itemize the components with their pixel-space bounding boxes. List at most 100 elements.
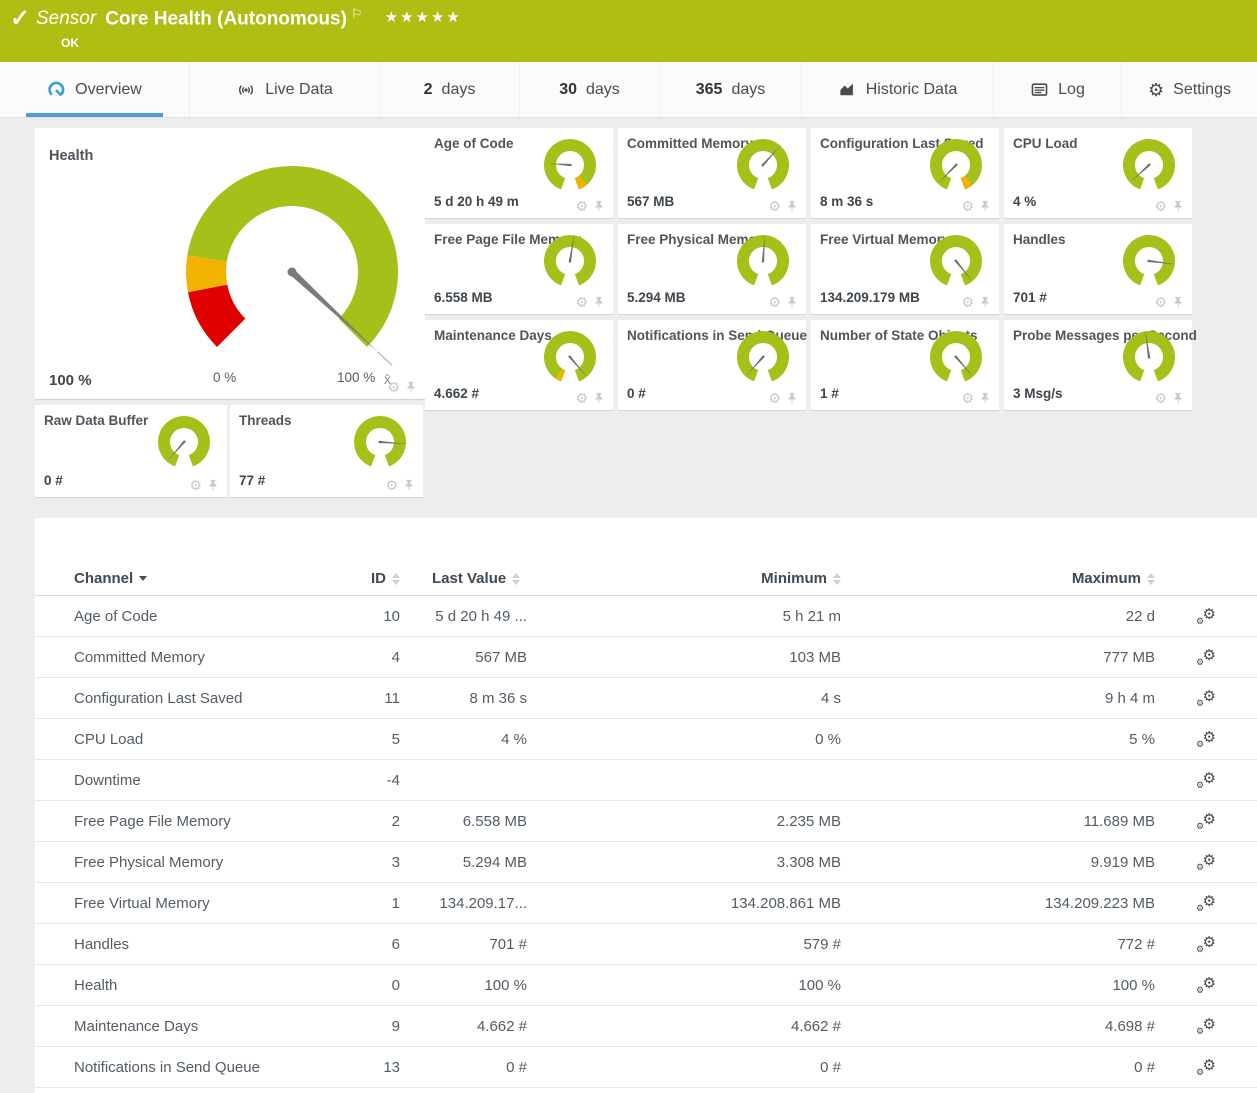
channel-minimum: 0 %	[527, 731, 841, 748]
mini-gauge-panel[interactable]: Free Page File Memory6.558 MB⚙	[425, 224, 613, 315]
pin-icon[interactable]	[593, 392, 605, 404]
priority-stars[interactable]: ★★★★★	[385, 9, 462, 26]
channel-name[interactable]: Maintenance Days	[74, 1018, 334, 1035]
mini-gauge-panel[interactable]: CPU Load4 %⚙	[1004, 128, 1192, 219]
pin-icon[interactable]	[786, 200, 798, 212]
tab-label: days	[586, 81, 620, 99]
channel-settings-icon[interactable]: ⚙⚙	[1196, 935, 1216, 953]
column-header-channel[interactable]: Channel	[74, 570, 334, 587]
column-header-last-value[interactable]: Last Value	[400, 570, 527, 587]
channel-settings-icon[interactable]: ⚙⚙	[1196, 689, 1216, 707]
channel-settings-icon[interactable]: ⚙⚙	[1196, 853, 1216, 871]
gauge-title: Health	[49, 148, 93, 164]
tab-30-days[interactable]: 30 days	[520, 62, 660, 117]
gauge-settings-gear-icon[interactable]: ⚙	[768, 391, 781, 405]
pin-icon[interactable]	[403, 479, 415, 491]
mini-gauge-panel[interactable]: Configuration Last Saved8 m 36 s⚙	[811, 128, 999, 219]
channel-settings-icon[interactable]: ⚙⚙	[1196, 812, 1216, 830]
channel-name[interactable]: Age of Code	[74, 608, 334, 625]
gauge-settings-gear-icon[interactable]: ⚙	[1154, 295, 1167, 309]
mini-gauge-panel[interactable]: Age of Code5 d 20 h 49 m⚙	[425, 128, 613, 219]
channel-settings-icon[interactable]: ⚙⚙	[1196, 607, 1216, 625]
mini-gauge-panel[interactable]: Notifications in Send Queue0 #⚙	[618, 320, 806, 411]
channel-settings-icon[interactable]: ⚙⚙	[1196, 771, 1216, 789]
mini-gauge-panel[interactable]: Threads77 #⚙	[230, 405, 423, 498]
mini-gauge-panel[interactable]: Probe Messages per Second3 Msg/s⚙	[1004, 320, 1192, 411]
pin-icon[interactable]	[786, 392, 798, 404]
pin-icon[interactable]	[979, 296, 991, 308]
gauge-value: 567 MB	[627, 194, 674, 209]
channel-name[interactable]: Free Page File Memory	[74, 813, 334, 830]
gauge-settings-gear-icon[interactable]: ⚙	[575, 295, 588, 309]
channel-settings-icon[interactable]: ⚙⚙	[1196, 648, 1216, 666]
tab-365-days[interactable]: 365 days	[660, 62, 802, 117]
gauge-settings-gear-icon[interactable]: ⚙	[768, 295, 781, 309]
channel-name[interactable]: Downtime	[74, 772, 334, 789]
gauge-settings-gear-icon[interactable]: ⚙	[961, 295, 974, 309]
pin-icon[interactable]	[207, 479, 219, 491]
channel-name[interactable]: Health	[74, 977, 334, 994]
channel-settings-icon[interactable]: ⚙⚙	[1196, 894, 1216, 912]
mini-gauge-panel[interactable]: Raw Data Buffer0 #⚙	[35, 405, 227, 498]
channel-name[interactable]: Notifications in Send Queue	[74, 1059, 334, 1076]
flag-icon[interactable]: ⚐	[351, 6, 363, 21]
tab-2-days[interactable]: 2 days	[380, 62, 520, 117]
pin-icon[interactable]	[1172, 392, 1184, 404]
mini-gauge-panel[interactable]: Committed Memory567 MB⚙	[618, 128, 806, 219]
tab-overview[interactable]: Overview	[0, 62, 190, 117]
health-gauge-panel[interactable]: Health x̄ 0 % 100 % 100 % ⚙	[35, 128, 425, 400]
gauge-settings-gear-icon[interactable]: ⚙	[1154, 199, 1167, 213]
mini-gauge-panel[interactable]: Free Physical Memory5.294 MB⚙	[618, 224, 806, 315]
gauge-value: 6.558 MB	[434, 290, 493, 305]
mini-gauge-panel[interactable]: Maintenance Days4.662 #⚙	[425, 320, 613, 411]
pin-icon[interactable]	[979, 200, 991, 212]
pin-icon[interactable]	[593, 200, 605, 212]
channel-settings-icon[interactable]: ⚙⚙	[1196, 730, 1216, 748]
gauge-dashboard: Health x̄ 0 % 100 % 100 % ⚙	[35, 128, 1257, 498]
gauge-settings-gear-icon[interactable]: ⚙	[768, 199, 781, 213]
tab-label: days	[731, 81, 765, 99]
table-row: Notifications in Send Queue130 #0 #0 #⚙⚙	[35, 1047, 1257, 1088]
channel-last-value: 100 %	[400, 977, 527, 994]
table-row: Health0100 %100 %100 %⚙⚙	[35, 965, 1257, 1006]
channel-name[interactable]: Free Physical Memory	[74, 854, 334, 871]
pin-icon[interactable]	[593, 296, 605, 308]
gauge-orange-segment	[206, 259, 208, 289]
gauge-settings-gear-icon[interactable]: ⚙	[575, 391, 588, 405]
channel-maximum: 777 MB	[841, 649, 1155, 666]
channel-maximum: 134.209.223 MB	[841, 895, 1155, 912]
pin-icon[interactable]	[979, 392, 991, 404]
channel-settings-icon[interactable]: ⚙⚙	[1196, 1058, 1216, 1076]
gauge-settings-gear-icon[interactable]: ⚙	[961, 199, 974, 213]
gauge-settings-gear-icon[interactable]: ⚙	[961, 391, 974, 405]
gauge-settings-gear-icon[interactable]: ⚙	[385, 478, 398, 492]
column-header-id[interactable]: ID	[334, 570, 400, 587]
pin-icon[interactable]	[405, 381, 417, 393]
channel-name[interactable]: Configuration Last Saved	[74, 690, 334, 707]
sensor-title: Core Health (Autonomous)	[105, 8, 347, 29]
column-header-maximum[interactable]: Maximum	[841, 570, 1155, 587]
channel-name[interactable]: Committed Memory	[74, 649, 334, 666]
column-header-minimum[interactable]: Minimum	[527, 570, 841, 587]
pin-icon[interactable]	[1172, 296, 1184, 308]
channel-gauge	[535, 132, 605, 202]
tab-live-data[interactable]: Live Data	[190, 62, 380, 117]
gauge-settings-gear-icon[interactable]: ⚙	[575, 199, 588, 213]
gauge-settings-gear-icon[interactable]: ⚙	[1154, 391, 1167, 405]
channel-minimum: 4 s	[527, 690, 841, 707]
tab-settings[interactable]: ⚙ Settings	[1122, 62, 1257, 117]
gauge-settings-gear-icon[interactable]: ⚙	[189, 478, 202, 492]
mini-gauge-panel[interactable]: Number of State Objects1 #⚙	[811, 320, 999, 411]
pin-icon[interactable]	[786, 296, 798, 308]
channel-settings-icon[interactable]: ⚙⚙	[1196, 976, 1216, 994]
pin-icon[interactable]	[1172, 200, 1184, 212]
tab-historic-data[interactable]: Historic Data	[802, 62, 994, 117]
channel-name[interactable]: CPU Load	[74, 731, 334, 748]
mini-gauge-panel[interactable]: Handles701 #⚙	[1004, 224, 1192, 315]
tab-log[interactable]: Log	[994, 62, 1122, 117]
channel-name[interactable]: Free Virtual Memory	[74, 895, 334, 912]
channel-name[interactable]: Handles	[74, 936, 334, 953]
mini-gauge-panel[interactable]: Free Virtual Memory134.209.179 MB⚙	[811, 224, 999, 315]
gauge-settings-gear-icon[interactable]: ⚙	[387, 380, 400, 394]
channel-settings-icon[interactable]: ⚙⚙	[1196, 1017, 1216, 1035]
